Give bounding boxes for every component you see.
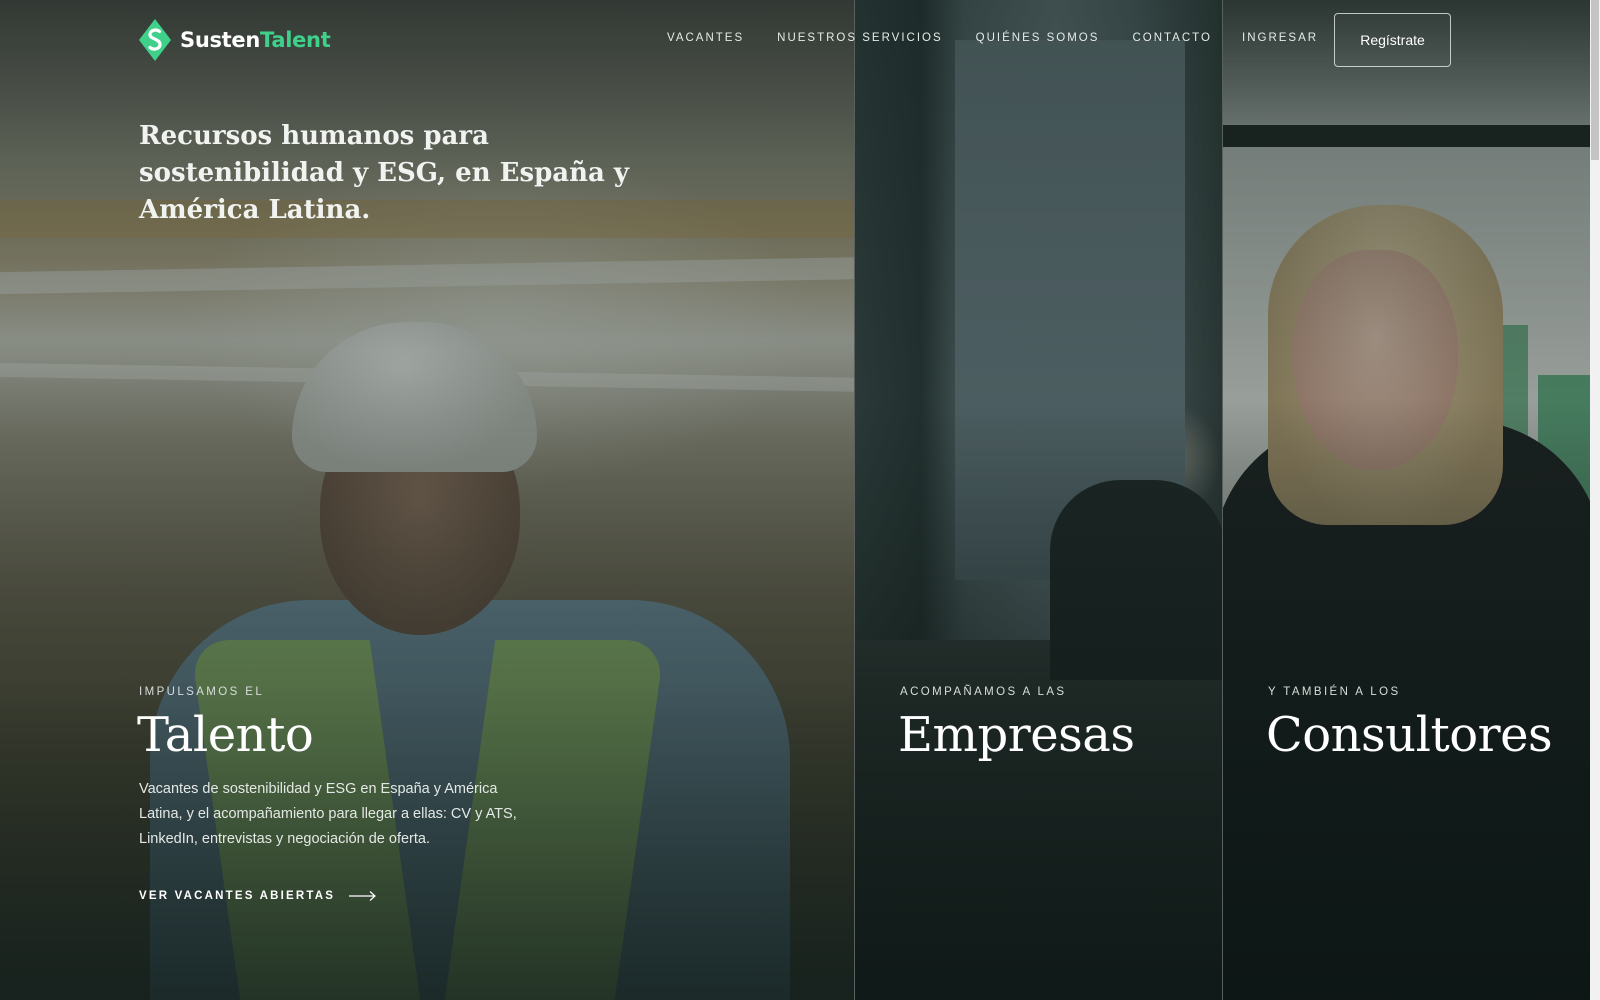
panel-eyebrow-empresas: ACOMPAÑAMOS A LAS <box>900 686 1067 698</box>
panel-consultores[interactable] <box>1223 0 1590 1000</box>
panel-eyebrow-talento: IMPULSAMOS EL <box>139 686 265 698</box>
panel-title-consultores[interactable]: Consultores <box>1266 705 1553 765</box>
login-link[interactable]: INGRESAR <box>1242 32 1318 44</box>
panel-empresas[interactable] <box>855 0 1222 1000</box>
hero-tagline: Recursos humanos para sostenibilidad y E… <box>139 121 630 225</box>
cta-label: VER VACANTES ABIERTAS <box>139 890 336 902</box>
nav-vacantes[interactable]: VACANTES <box>667 32 744 44</box>
register-button[interactable]: Regístrate <box>1334 13 1451 67</box>
scrollbar-thumb[interactable] <box>1591 0 1599 160</box>
site-header: SustenTalent VACANTES NUESTROS SERVICIOS… <box>0 0 1590 80</box>
nav-quienes-somos[interactable]: QUIÉNES SOMOS <box>976 32 1100 44</box>
nav-nuestros-servicios[interactable]: NUESTROS SERVICIOS <box>777 32 943 44</box>
brand-name: SustenTalent <box>180 28 331 52</box>
panel-eyebrow-consultores: Y TAMBIÉN A LOS <box>1268 686 1401 698</box>
arrow-right-icon <box>349 891 377 901</box>
panel-title-empresas[interactable]: Empresas <box>898 705 1135 765</box>
panel-title-talento[interactable]: Talento <box>137 705 314 765</box>
view-open-vacancies-link[interactable]: VER VACANTES ABIERTAS <box>139 890 377 902</box>
nav-contacto[interactable]: CONTACTO <box>1132 32 1211 44</box>
panel-description-talento: Vacantes de sostenibilidad y ESG en Espa… <box>139 781 517 847</box>
brand-logo[interactable]: SustenTalent <box>138 18 331 62</box>
main-nav: VACANTES NUESTROS SERVICIOS QUIÉNES SOMO… <box>667 32 1245 44</box>
logo-mark-icon <box>139 19 171 61</box>
